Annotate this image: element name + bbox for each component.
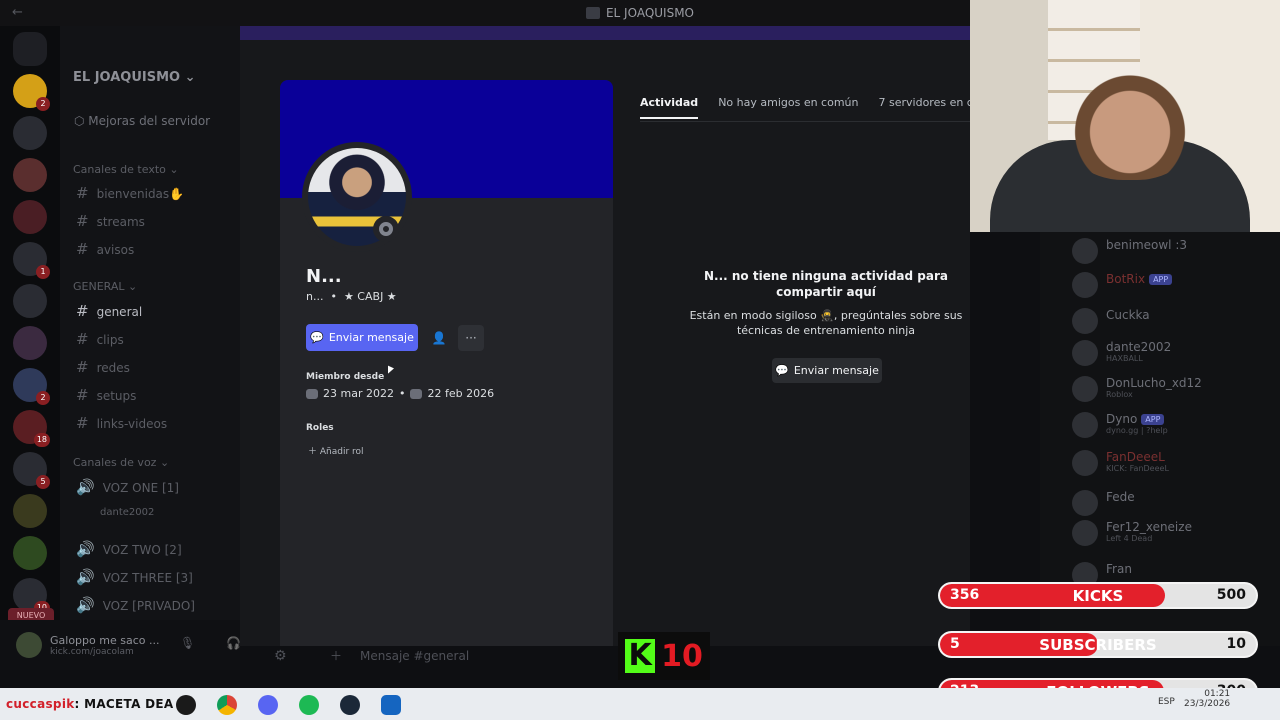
user-panel: Galoppo me saco ... kick.com/joacolam 🎙 …: [0, 620, 241, 670]
discord-icon[interactable]: [258, 695, 278, 715]
discord-logo-icon: [306, 388, 318, 399]
gear-icon[interactable]: ⚙: [274, 648, 287, 664]
more-options-button[interactable]: ···: [458, 325, 484, 351]
server-icon[interactable]: [13, 200, 47, 234]
server-name[interactable]: EL JOAQUISMO ⌄: [73, 70, 196, 85]
plus-icon: ＋: [330, 649, 343, 663]
roles-label: Roles: [306, 423, 334, 433]
server-icon[interactable]: [13, 494, 47, 528]
member-item[interactable]: dante2002 HAXBALL: [1072, 340, 1171, 366]
server-icon: [410, 388, 423, 399]
chat-bubble-icon: 💬: [775, 364, 789, 377]
server-icon[interactable]: 1: [13, 242, 50, 279]
server-icon[interactable]: 2: [13, 368, 50, 405]
divider: [640, 121, 970, 122]
server-icon[interactable]: [13, 284, 47, 318]
tab-mutual-friends[interactable]: No hay amigos en común: [718, 96, 858, 119]
voice-channel-three[interactable]: 🔊 VOZ THREE [3]: [76, 568, 193, 586]
user-panel-name: Galoppo me saco ...: [50, 633, 160, 647]
chat-bubble-icon: 💬: [310, 331, 324, 344]
empty-title: N... no tiene ninguna actividad para com…: [703, 269, 948, 299]
category-voice[interactable]: Canales de voz ⌄: [73, 456, 169, 469]
member-item[interactable]: Fer12_xeneize Left 4 Dead: [1072, 520, 1192, 546]
discord-home-icon[interactable]: [13, 32, 47, 66]
activity-empty-state: N... no tiene ninguna actividad para com…: [680, 268, 972, 338]
channel-clips[interactable]: # clips: [76, 330, 124, 348]
server-icon[interactable]: 2: [13, 74, 50, 111]
member-item[interactable]: benimeowl :3: [1072, 238, 1187, 264]
server-rail: 2 1 2 18 5 10 NUEVO: [0, 26, 60, 646]
member-item[interactable]: Fede: [1072, 490, 1135, 516]
server-icon[interactable]: 5: [13, 452, 50, 489]
voice-channel-private[interactable]: 🔊 VOZ [PRIVADO]: [76, 596, 195, 614]
channel-bienvenidas[interactable]: # bienvenidas✋: [76, 184, 184, 202]
profile-username-row: n... • ★ CABJ ★: [306, 290, 397, 303]
goal-bar-kicks: 356 KICKS 500: [938, 582, 1258, 609]
speaker-icon: 🔊: [76, 478, 95, 496]
server-icon[interactable]: [13, 536, 47, 570]
send-message-button[interactable]: 💬 Enviar mensaje: [306, 324, 418, 351]
profile-card: N... n... • ★ CABJ ★ 💬 Enviar mensaje 👤 ·…: [280, 80, 613, 646]
member-item[interactable]: DonLucho_xd12 Roblox: [1072, 376, 1202, 402]
voice-member[interactable]: dante2002: [100, 507, 154, 518]
language-indicator[interactable]: ESP: [1158, 697, 1175, 707]
window-title: EL JOAQUISMO: [605, 6, 695, 20]
member-since-label: Miembro desde: [306, 372, 385, 382]
server-icon[interactable]: [13, 326, 47, 360]
member-item[interactable]: Dyno APP dyno.gg | ?help: [1072, 412, 1168, 438]
voice-channel-two[interactable]: 🔊 VOZ TWO [2]: [76, 540, 182, 558]
member-item[interactable]: BotRix APP: [1072, 272, 1173, 298]
back-arrow-icon[interactable]: ←: [12, 5, 23, 20]
server-icon[interactable]: [13, 116, 47, 150]
channel-general[interactable]: # general: [76, 302, 142, 320]
server-icon[interactable]: [13, 158, 47, 192]
speaker-icon: 🔊: [76, 568, 95, 586]
server-icon[interactable]: 10: [13, 578, 50, 615]
channel-setups[interactable]: # setups: [76, 386, 136, 404]
voice-channel-one[interactable]: 🔊 VOZ ONE [1]: [76, 478, 179, 496]
kick-number: 10: [661, 638, 703, 674]
taskbar-clock[interactable]: 01:21 23/3/2026: [1184, 689, 1230, 709]
profile-clan: ★ CABJ ★: [343, 290, 397, 303]
add-role-button[interactable]: ＋ Añadir rol: [308, 444, 364, 457]
channel-redes[interactable]: # redes: [76, 358, 130, 376]
spotify-icon[interactable]: [299, 695, 319, 715]
microphone-icon[interactable]: 🎙: [180, 636, 195, 650]
speaker-icon: 🔊: [76, 596, 95, 614]
app-icon[interactable]: [381, 695, 401, 715]
server-icon[interactable]: 18: [13, 410, 50, 447]
kick-logo: K 10: [618, 632, 710, 680]
steam-icon[interactable]: [340, 695, 360, 715]
avatar[interactable]: [16, 632, 42, 658]
add-friend-icon[interactable]: 👤: [426, 325, 452, 351]
headphones-icon[interactable]: 🎧: [226, 636, 241, 650]
speaker-icon: 🔊: [76, 540, 95, 558]
category-text[interactable]: Canales de texto ⌄: [73, 163, 179, 176]
user-panel-status: kick.com/joacolam: [50, 646, 134, 657]
streamer-face: [1060, 60, 1200, 180]
status-offline-icon: [373, 216, 399, 242]
taskbar-ticker: cuccaspik: MACETA DEA: [6, 697, 174, 711]
empty-body: Están en modo sigiloso 🥷, pregúntales so…: [689, 309, 963, 337]
app-icon[interactable]: [176, 695, 196, 715]
server-boost-link[interactable]: ⬡ Mejoras del servidor: [74, 114, 210, 128]
goal-bar-subscribers: 5 SUBSCRIBERS 10: [938, 631, 1258, 658]
channel-sidebar: EL JOAQUISMO ⌄ ⬡ Mejoras del servidor Ca…: [60, 26, 240, 646]
member-since-dates: 23 mar 2022 • 22 feb 2026: [306, 387, 494, 400]
chrome-icon[interactable]: [217, 695, 237, 715]
send-message-secondary-button[interactable]: 💬 Enviar mensaje: [772, 358, 882, 383]
profile-display-name: N...: [306, 266, 342, 287]
member-item[interactable]: FanDeeeL KICK: FanDeeeL: [1072, 450, 1169, 476]
member-item[interactable]: Cuckka: [1072, 308, 1150, 334]
profile-tabs: Actividad No hay amigos en común 7 servi…: [640, 96, 1004, 119]
category-general[interactable]: GENERAL ⌄: [73, 280, 137, 293]
server-icon: [585, 7, 600, 19]
tab-activity[interactable]: Actividad: [640, 96, 699, 119]
kick-letter: K: [625, 639, 656, 673]
channel-links-videos[interactable]: # links-videos: [76, 414, 167, 432]
channel-streams[interactable]: # streams: [76, 212, 145, 230]
profile-username: n...: [306, 290, 324, 303]
channel-avisos[interactable]: # avisos: [76, 240, 134, 258]
